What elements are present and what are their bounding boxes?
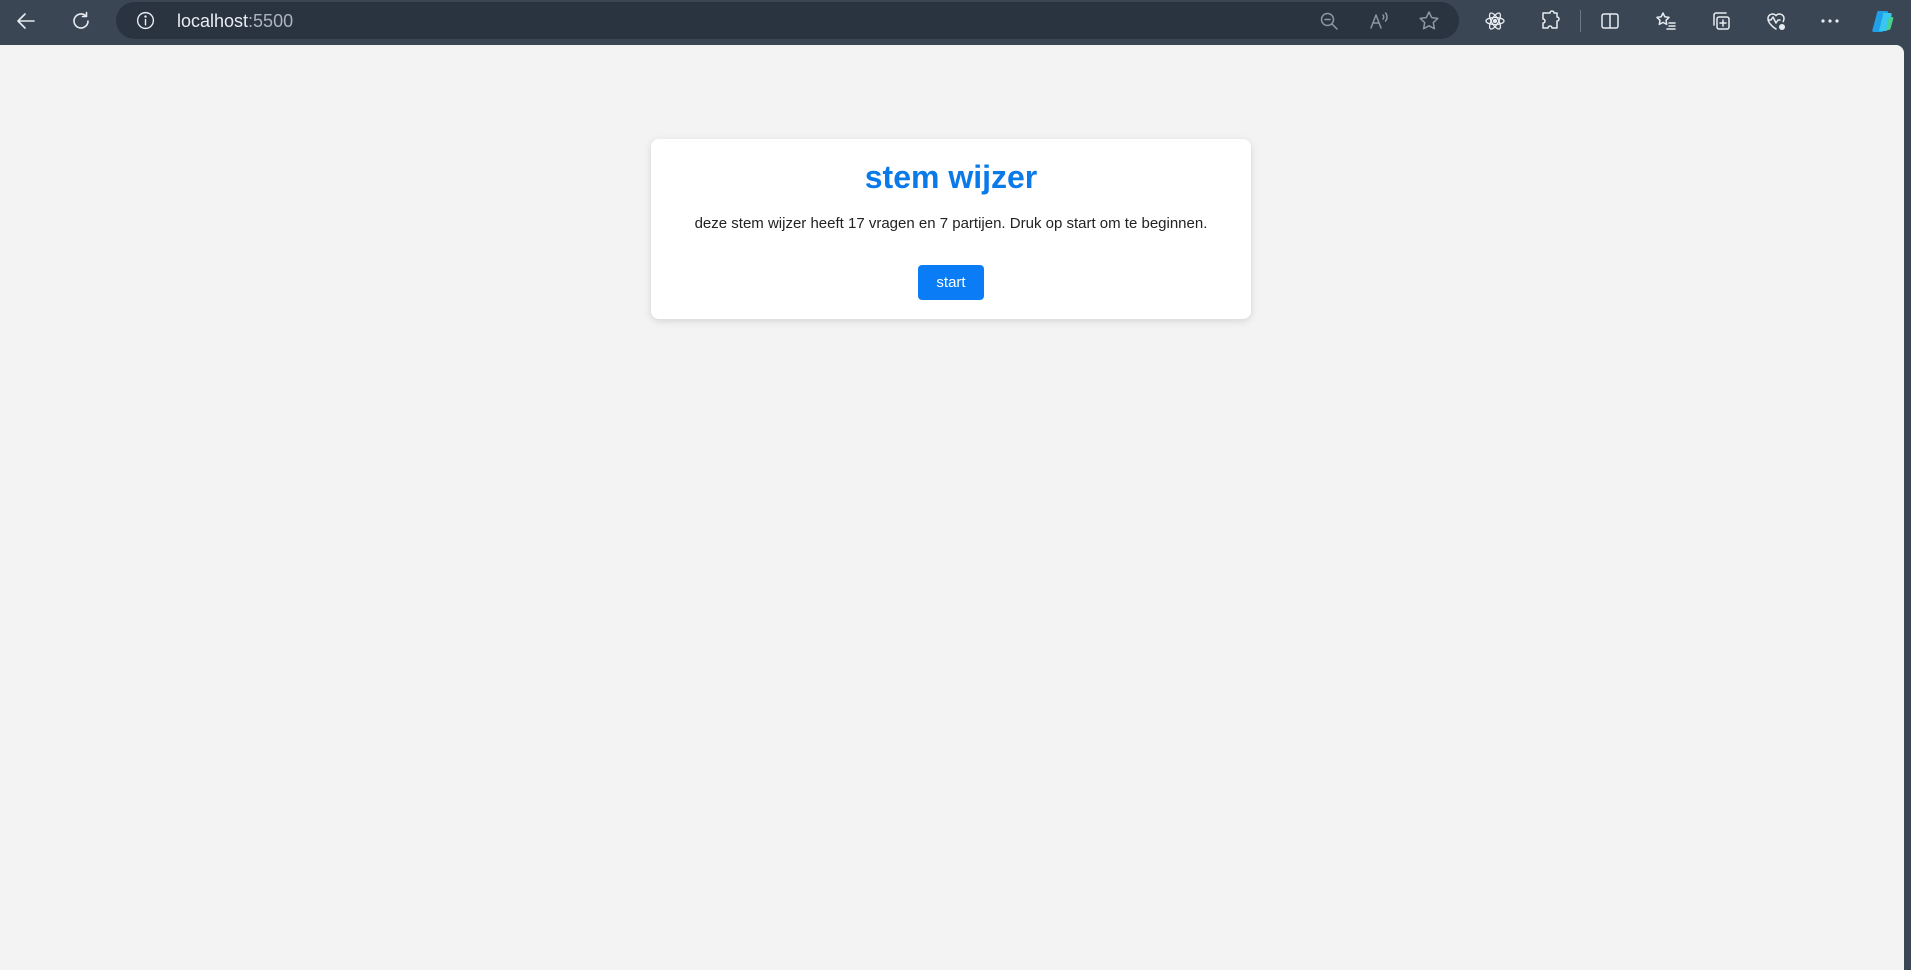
read-aloud-icon[interactable] [1367, 9, 1391, 33]
puzzle-icon [1538, 9, 1562, 33]
refresh-icon [69, 9, 93, 33]
zoom-out-icon[interactable] [1317, 9, 1341, 33]
refresh-button[interactable] [62, 3, 100, 39]
page-title: stem wijzer [864, 159, 1038, 195]
more-button[interactable] [1811, 3, 1849, 39]
intro-description: deze stem wijzer heeft 17 vragen en 7 pa… [694, 215, 1208, 232]
url-port: :5500 [248, 11, 294, 31]
react-devtools-button[interactable] [1476, 3, 1514, 39]
start-button[interactable]: start [918, 265, 984, 300]
back-arrow-icon [14, 9, 38, 33]
back-button[interactable] [7, 3, 45, 39]
page-viewport: stem wijzer deze stem wijzer heeft 17 vr… [0, 45, 1904, 970]
more-icon [1818, 9, 1842, 33]
browser-essentials-button[interactable] [1757, 3, 1795, 39]
atom-icon [1483, 9, 1507, 33]
star-icon[interactable] [1417, 9, 1441, 33]
address-bar[interactable]: localhost:5500 [116, 2, 1459, 39]
toolbar-divider [1580, 10, 1581, 32]
copilot-icon [1869, 7, 1897, 35]
url-host: localhost [177, 11, 249, 31]
intro-card: stem wijzer deze stem wijzer heeft 17 vr… [651, 139, 1251, 319]
split-screen-icon [1598, 9, 1622, 33]
browser-toolbar: localhost:5500 [0, 0, 1911, 44]
favorites-list-icon [1654, 9, 1678, 33]
info-icon[interactable] [135, 10, 156, 31]
collections-icon [1709, 9, 1733, 33]
extensions-button[interactable] [1531, 3, 1569, 39]
copilot-button[interactable] [1864, 3, 1902, 39]
address-url[interactable]: localhost:5500 [177, 11, 293, 31]
split-screen-button[interactable] [1591, 3, 1629, 39]
favorites-button[interactable] [1647, 3, 1685, 39]
collections-button[interactable] [1702, 3, 1740, 39]
heart-pulse-icon [1764, 9, 1788, 33]
